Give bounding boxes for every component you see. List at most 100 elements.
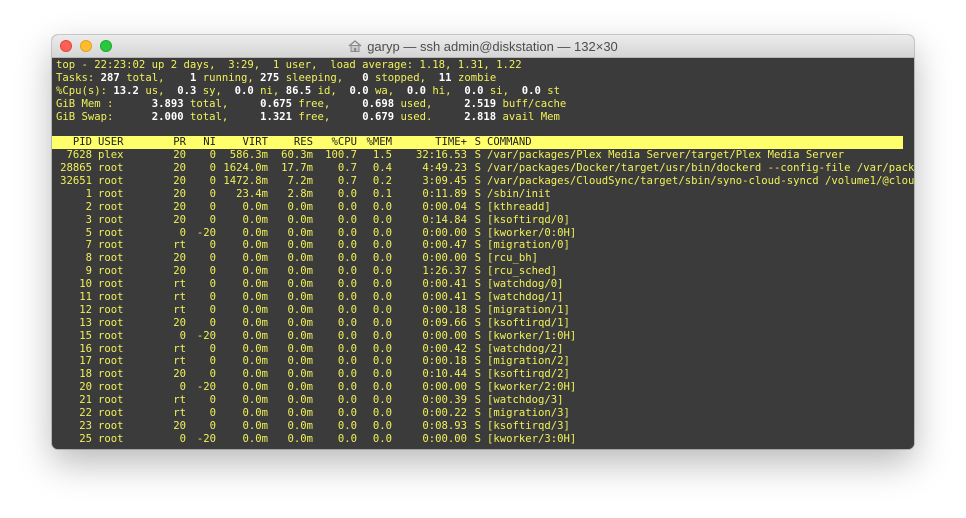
process-nice-cell: 0 xyxy=(209,355,216,368)
process-nice-cell: 0 xyxy=(209,278,216,291)
process-user-cell: root xyxy=(98,381,124,394)
process-nice-cell: -20 xyxy=(196,226,216,239)
tasks-line: Tasks: 287 total, 1 running, 275 sleepin… xyxy=(56,71,497,84)
process-user-cell: root xyxy=(98,252,124,265)
process-row: 10 root rt 0 0.0m 0.0m 0.0 0.0 0:00.41 S [watchdog… xyxy=(52,278,914,291)
process-user-cell: plex xyxy=(98,149,124,162)
process-virt-cell: 0.0m xyxy=(242,200,268,213)
process-user-cell: root xyxy=(98,278,124,291)
process-state-cell: S xyxy=(474,381,481,394)
process-cpu-cell: 0.7 xyxy=(337,175,357,188)
process-state-cell: S xyxy=(474,252,481,265)
process-priority-cell: rt xyxy=(173,239,186,252)
process-command-cell: [ksoftirqd/1] xyxy=(487,316,570,329)
process-row: 7 root rt 0 0.0m 0.0m 0.0 0.0 0:00.47 S [migration… xyxy=(52,239,914,252)
process-cpu-cell: 0.0 xyxy=(337,213,357,226)
process-cpu-cell: 0.0 xyxy=(337,226,357,239)
process-user-cell: root xyxy=(98,368,124,381)
process-virt-cell: 0.0m xyxy=(242,278,268,291)
process-command-cell: [ksoftirqd/0] xyxy=(487,213,570,226)
terminal-window: garyp — ssh admin@diskstation — 132×30 t… xyxy=(52,35,914,449)
process-nice-cell: 0 xyxy=(209,213,216,226)
process-user-cell: root xyxy=(98,291,124,304)
process-res-cell: 0.0m xyxy=(287,316,313,329)
process-time-cell: 0:14.84 xyxy=(422,213,467,226)
process-pid-cell: 21 xyxy=(79,394,92,407)
process-virt-cell: 0.0m xyxy=(242,394,268,407)
process-pid-cell: 8 xyxy=(85,252,92,265)
process-res-cell: 0.0m xyxy=(287,278,313,291)
process-pid-cell: 5 xyxy=(85,226,92,239)
process-time-cell: 0:00.00 xyxy=(422,381,467,394)
process-priority-cell: rt xyxy=(173,407,186,420)
process-virt-cell: 1624.0m xyxy=(223,162,268,175)
process-virt-cell: 0.0m xyxy=(242,355,268,368)
process-command-cell: /var/packages/CloudSync/target/sbin/syno… xyxy=(487,175,914,188)
process-virt-cell: 0.0m xyxy=(242,213,268,226)
process-user-cell: root xyxy=(98,355,124,368)
process-state-cell: S xyxy=(474,162,481,175)
process-time-cell: 0:10.44 xyxy=(422,368,467,381)
process-mem-cell: 0.0 xyxy=(372,394,392,407)
terminal-content[interactable]: top - 22:23:02 up 2 days, 3:29, 1 user, … xyxy=(52,58,914,449)
process-res-cell: 0.0m xyxy=(287,381,313,394)
process-state-cell: S xyxy=(474,239,481,252)
process-state-cell: S xyxy=(474,278,481,291)
window-title-group: garyp — ssh admin@diskstation — 132×30 xyxy=(52,35,914,57)
process-cpu-cell: 0.0 xyxy=(337,432,357,445)
process-priority-cell: 20 xyxy=(173,149,186,162)
process-nice-cell: 0 xyxy=(209,316,216,329)
process-mem-cell: 0.0 xyxy=(372,329,392,342)
process-pid-cell: 12 xyxy=(79,303,92,316)
home-folder-icon xyxy=(348,40,362,52)
process-res-cell: 7.2m xyxy=(287,175,313,188)
process-mem-cell: 0.0 xyxy=(372,342,392,355)
process-priority-cell: 0 xyxy=(179,381,186,394)
process-state-cell: S xyxy=(474,213,481,226)
process-state-cell: S xyxy=(474,200,481,213)
process-mem-cell: 0.0 xyxy=(372,239,392,252)
process-state-cell: S xyxy=(474,303,481,316)
process-res-cell: 17.7m xyxy=(281,162,313,175)
process-row: 2 root 20 0 0.0m 0.0m 0.0 0.0 0:00.04 S [kthreadd] xyxy=(52,201,914,214)
process-time-cell: 1:26.37 xyxy=(422,265,467,278)
process-command-cell: [migration/3] xyxy=(487,407,570,420)
process-cpu-cell: 100.7 xyxy=(325,149,357,162)
title-bar[interactable]: garyp — ssh admin@diskstation — 132×30 xyxy=(52,35,914,58)
process-pid-cell: 23 xyxy=(79,419,92,432)
process-state-cell: S xyxy=(474,226,481,239)
process-time-cell: 0:00.04 xyxy=(422,200,467,213)
process-nice-cell: 0 xyxy=(209,342,216,355)
process-priority-cell: 0 xyxy=(179,329,186,342)
process-user-cell: root xyxy=(98,162,124,175)
process-res-cell: 0.0m xyxy=(287,419,313,432)
process-res-cell: 0.0m xyxy=(287,291,313,304)
col-res: RES xyxy=(293,136,313,149)
process-time-cell: 0:00.00 xyxy=(422,329,467,342)
process-priority-cell: rt xyxy=(173,342,186,355)
process-command-cell: [watchdog/1] xyxy=(487,291,564,304)
process-user-cell: root xyxy=(98,175,124,188)
process-user-cell: root xyxy=(98,187,124,200)
process-time-cell: 0:00.00 xyxy=(422,226,467,239)
process-cpu-cell: 0.0 xyxy=(337,368,357,381)
process-time-cell: 32:16.53 xyxy=(415,149,467,162)
process-command-cell: [migration/2] xyxy=(487,355,570,368)
process-command-cell: [rcu_sched] xyxy=(487,265,558,278)
process-cpu-cell: 0.0 xyxy=(337,316,357,329)
process-command-cell: /var/packages/Plex Media Server/target/P… xyxy=(487,149,845,162)
col-ni: NI xyxy=(203,136,216,149)
process-time-cell: 0:00.42 xyxy=(422,342,467,355)
process-command-cell: [kworker/2:0H] xyxy=(487,381,577,394)
process-cpu-cell: 0.0 xyxy=(337,342,357,355)
process-virt-cell: 0.0m xyxy=(242,381,268,394)
process-priority-cell: 20 xyxy=(173,368,186,381)
process-mem-cell: 0.0 xyxy=(372,278,392,291)
process-time-cell: 0:00.18 xyxy=(422,303,467,316)
process-state-cell: S xyxy=(474,187,481,200)
process-time-cell: 4:49.23 xyxy=(422,162,467,175)
process-command-cell: [watchdog/2] xyxy=(487,342,564,355)
process-time-cell: 0:00.00 xyxy=(422,432,467,445)
process-priority-cell: rt xyxy=(173,355,186,368)
process-pid-cell: 11 xyxy=(79,291,92,304)
